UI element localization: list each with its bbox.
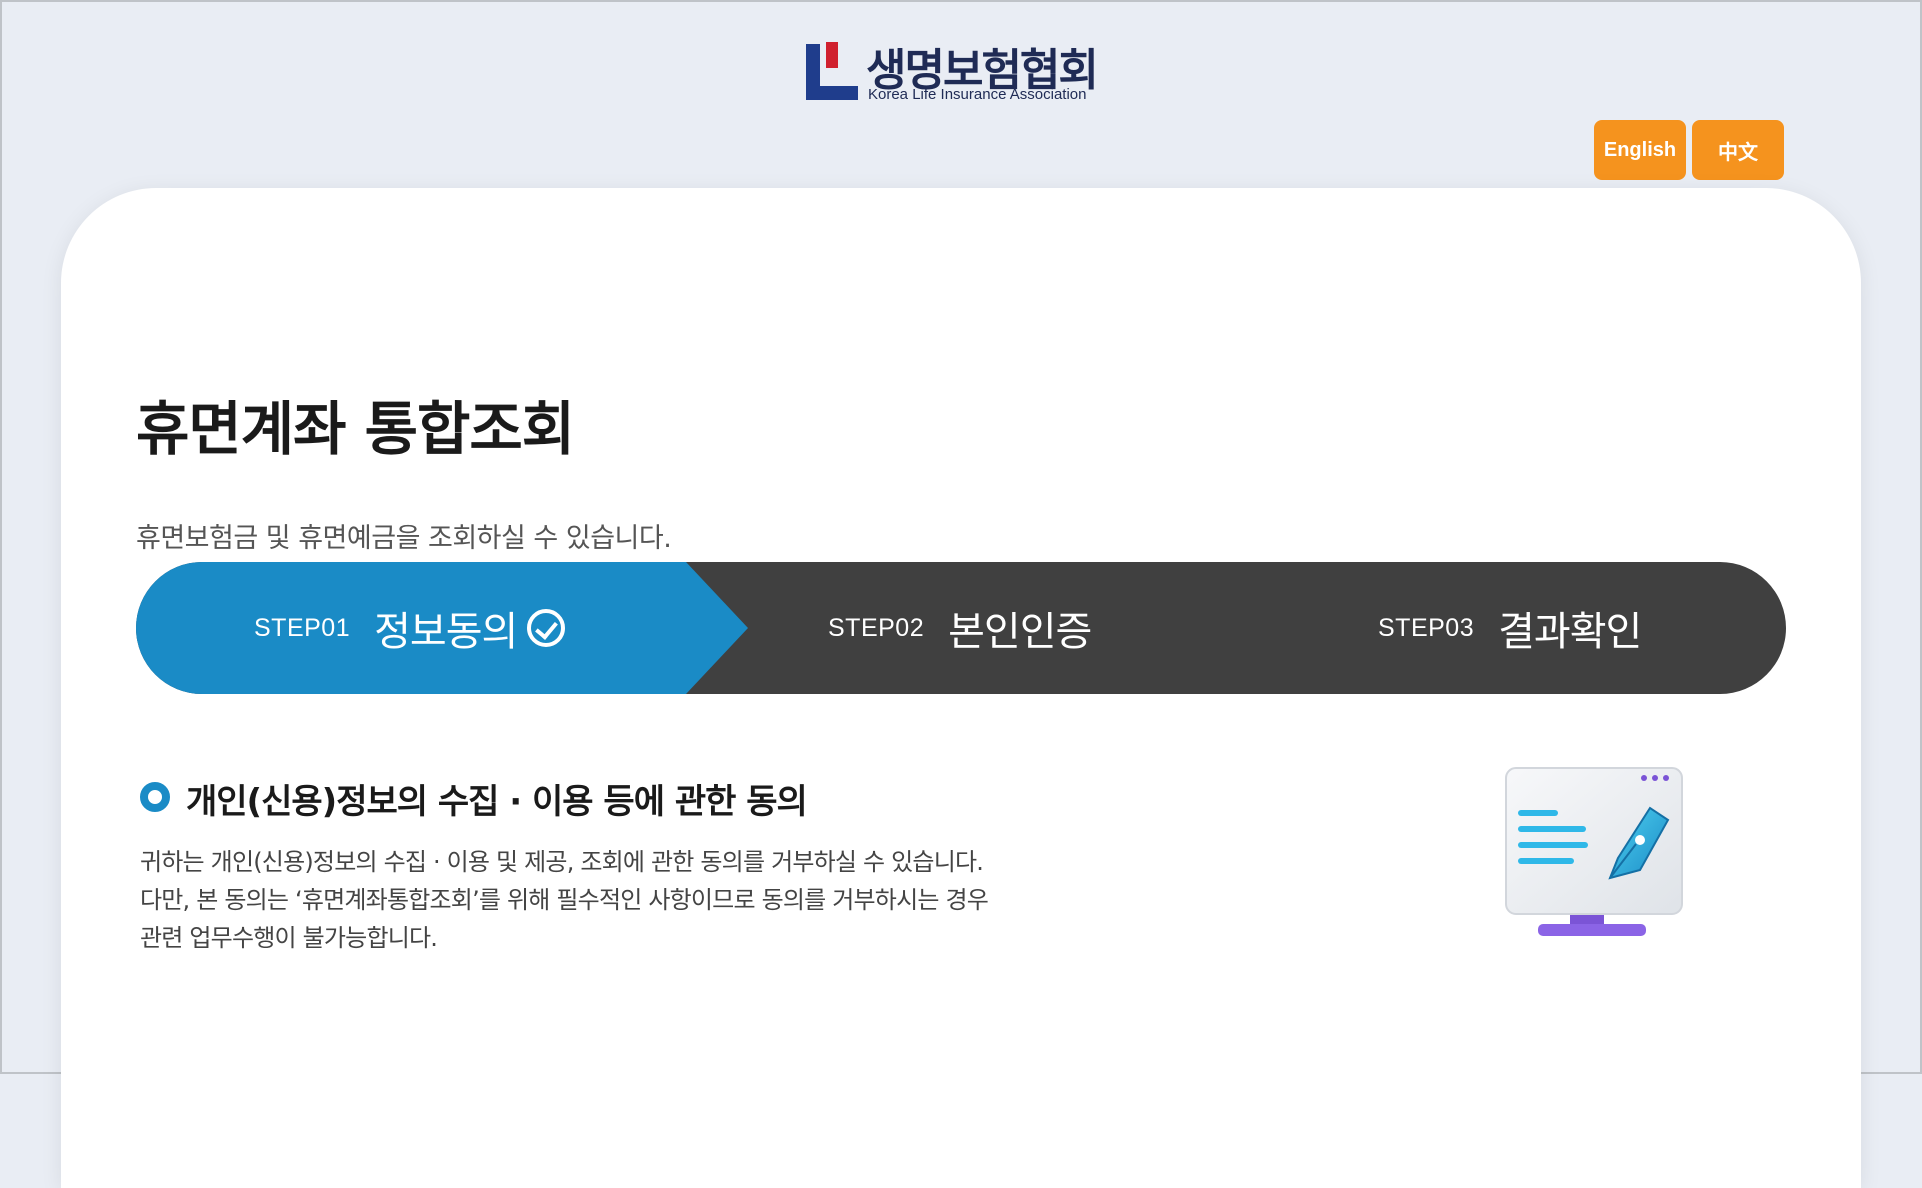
consent-desc-line-1: 귀하는 개인(신용)정보의 수집 · 이용 및 제공, 조회에 관한 동의를 거…	[140, 848, 984, 876]
step-2-number: STEP02	[828, 613, 925, 642]
monitor-pen-icon	[1505, 767, 1683, 936]
consent-desc-line-2: 다만, 본 동의는 ‘휴면계좌통합조회’를 위해 필수적인 사항이므로 동의를 …	[140, 886, 989, 914]
consent-desc-line-3: 관련 업무수행이 불가능합니다.	[140, 924, 438, 952]
step-1-name: 정보동의	[374, 609, 518, 655]
step-3-number: STEP03	[1378, 613, 1475, 642]
kli-logo[interactable]: 생명보험협회 Korea Life Insurance Association	[806, 40, 1118, 108]
step-2: STEP02 본인인증	[828, 562, 1092, 694]
step-1-number: STEP01	[254, 613, 351, 642]
english-button[interactable]: English	[1594, 120, 1686, 180]
logo-mark-icon	[806, 42, 858, 100]
step-2-name: 본인인증	[948, 609, 1092, 655]
step-3: STEP03 결과확인	[1378, 562, 1642, 694]
page-subtitle: 휴면보험금 및 휴면예금을 조회하실 수 있습니다.	[136, 523, 672, 554]
section-bullet-icon	[140, 782, 170, 812]
logo-subtitle: Korea Life Insurance Association	[868, 86, 1087, 103]
step-progress-bar: STEP01 정보동의 STEP02 본인인증 STEP03 결과확인	[136, 562, 1786, 694]
step-3-name: 결과확인	[1498, 609, 1642, 655]
step-1: STEP01 정보동의	[254, 562, 566, 694]
page-title: 휴면계좌 통합조회	[136, 395, 575, 463]
chinese-button[interactable]: 中文	[1692, 120, 1784, 180]
consent-section-title: 개인(신용)정보의 수집 · 이용 등에 관한 동의	[186, 782, 808, 822]
check-circle-icon	[527, 609, 566, 647]
